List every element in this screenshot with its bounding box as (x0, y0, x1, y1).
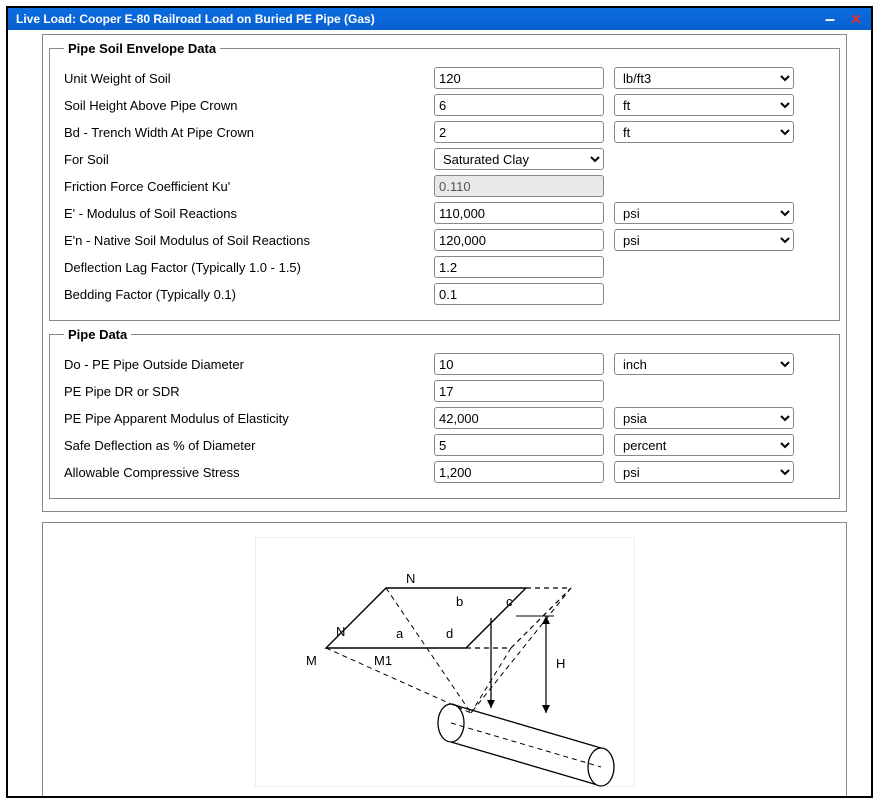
for-soil-label: For Soil (64, 152, 424, 167)
svg-text:N: N (336, 624, 345, 639)
diagram-panel: N N M M1 a b c d H (42, 522, 847, 796)
group-soil: Pipe Soil Envelope Data Unit Weight of S… (49, 41, 840, 321)
svg-text:M: M (306, 653, 317, 668)
row-bedding: Bedding Factor (Typically 0.1) (64, 283, 825, 305)
soil-height-input[interactable] (434, 94, 604, 116)
allow-stress-unit-select[interactable]: psi (614, 461, 794, 483)
row-mod: PE Pipe Apparent Modulus of Elasticity p… (64, 407, 825, 429)
svg-text:M1: M1 (374, 653, 392, 668)
row-ku: Friction Force Coefficient Ku' (64, 175, 825, 197)
en-input[interactable] (434, 229, 604, 251)
window-title: Live Load: Cooper E-80 Railroad Load on … (16, 12, 823, 26)
allow-stress-input[interactable] (434, 461, 604, 483)
ku-input (434, 175, 604, 197)
row-allow-stress: Allowable Compressive Stress psi (64, 461, 825, 483)
svg-text:d: d (446, 626, 453, 641)
for-soil-select[interactable]: Saturated Clay (434, 148, 604, 170)
row-for-soil: For Soil Saturated Clay (64, 148, 825, 170)
dr-label: PE Pipe DR or SDR (64, 384, 424, 399)
eprime-input[interactable] (434, 202, 604, 224)
bedding-label: Bedding Factor (Typically 0.1) (64, 287, 424, 302)
minimize-button[interactable]: – (823, 12, 837, 26)
svg-text:a: a (396, 626, 404, 641)
eprime-unit-select[interactable]: psi (614, 202, 794, 224)
group-pipe-legend: Pipe Data (64, 327, 131, 342)
input-panel: Pipe Soil Envelope Data Unit Weight of S… (42, 34, 847, 512)
scroll-area[interactable]: Pipe Soil Envelope Data Unit Weight of S… (8, 30, 871, 796)
bedding-input[interactable] (434, 283, 604, 305)
do-input[interactable] (434, 353, 604, 375)
row-defl-lag: Deflection Lag Factor (Typically 1.0 - 1… (64, 256, 825, 278)
row-eprime: E' - Modulus of Soil Reactions psi (64, 202, 825, 224)
diagram-box: N N M M1 a b c d H (255, 537, 635, 787)
row-safe-defl: Safe Deflection as % of Diameter percent (64, 434, 825, 456)
svg-text:H: H (556, 656, 565, 671)
en-label: E'n - Native Soil Modulus of Soil Reacti… (64, 233, 424, 248)
ku-label: Friction Force Coefficient Ku' (64, 179, 424, 194)
soil-height-label: Soil Height Above Pipe Crown (64, 98, 424, 113)
group-pipe: Pipe Data Do - PE Pipe Outside Diameter … (49, 327, 840, 499)
mod-label: PE Pipe Apparent Modulus of Elasticity (64, 411, 424, 426)
row-soil-height: Soil Height Above Pipe Crown ft (64, 94, 825, 116)
row-do: Do - PE Pipe Outside Diameter inch (64, 353, 825, 375)
safe-defl-label: Safe Deflection as % of Diameter (64, 438, 424, 453)
en-unit-select[interactable]: psi (614, 229, 794, 251)
svg-text:N: N (406, 571, 415, 586)
bd-unit-select[interactable]: ft (614, 121, 794, 143)
safe-defl-unit-select[interactable]: percent (614, 434, 794, 456)
do-unit-select[interactable]: inch (614, 353, 794, 375)
close-button[interactable]: ✕ (849, 12, 863, 26)
content-area: Pipe Soil Envelope Data Unit Weight of S… (8, 30, 871, 796)
mod-unit-select[interactable]: psia (614, 407, 794, 429)
row-unit-weight: Unit Weight of Soil lb/ft3 (64, 67, 825, 89)
row-en: E'n - Native Soil Modulus of Soil Reacti… (64, 229, 825, 251)
mod-input[interactable] (434, 407, 604, 429)
bd-input[interactable] (434, 121, 604, 143)
unit-weight-input[interactable] (434, 67, 604, 89)
dr-input[interactable] (434, 380, 604, 402)
defl-lag-label: Deflection Lag Factor (Typically 1.0 - 1… (64, 260, 424, 275)
titlebar: Live Load: Cooper E-80 Railroad Load on … (8, 8, 871, 30)
defl-lag-input[interactable] (434, 256, 604, 278)
window-controls: – ✕ (823, 12, 863, 26)
eprime-label: E' - Modulus of Soil Reactions (64, 206, 424, 221)
svg-text:b: b (456, 594, 463, 609)
allow-stress-label: Allowable Compressive Stress (64, 465, 424, 480)
svg-text:c: c (506, 594, 513, 609)
pipe-load-diagram-icon: N N M M1 a b c d H (256, 538, 636, 788)
window-frame: Live Load: Cooper E-80 Railroad Load on … (6, 6, 873, 798)
safe-defl-input[interactable] (434, 434, 604, 456)
bd-label: Bd - Trench Width At Pipe Crown (64, 125, 424, 140)
row-dr: PE Pipe DR or SDR (64, 380, 825, 402)
soil-height-unit-select[interactable]: ft (614, 94, 794, 116)
do-label: Do - PE Pipe Outside Diameter (64, 357, 424, 372)
group-soil-legend: Pipe Soil Envelope Data (64, 41, 220, 56)
unit-weight-label: Unit Weight of Soil (64, 71, 424, 86)
unit-weight-unit-select[interactable]: lb/ft3 (614, 67, 794, 89)
row-bd: Bd - Trench Width At Pipe Crown ft (64, 121, 825, 143)
